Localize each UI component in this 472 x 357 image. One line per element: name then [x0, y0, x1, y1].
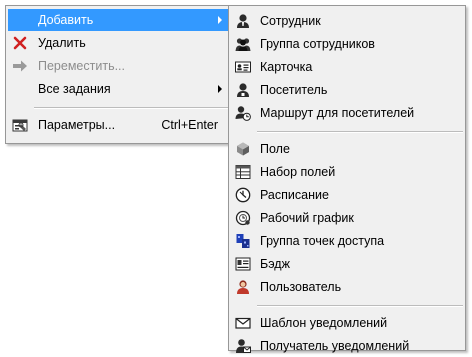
notification-template-icon [235, 315, 251, 331]
menu-item-label: Рабочий график [260, 211, 354, 225]
menu-item-label: Расписание [260, 188, 329, 202]
menu-separator [34, 107, 228, 109]
properties-icon [12, 117, 28, 133]
menu-item-all-tasks[interactable]: Все задания [8, 78, 228, 100]
access-point-group-icon [235, 233, 251, 249]
menu-separator [257, 305, 463, 307]
menu-item-label: Переместить... [38, 59, 125, 73]
menu-item-label: Сотрудник [260, 14, 321, 28]
menu-item-shortcut: Ctrl+Enter [161, 118, 218, 132]
menu-item-label: Посетитель [260, 83, 328, 97]
submenu-item-notification-template[interactable]: Шаблон уведомлений [231, 312, 463, 334]
menu-item-move[interactable]: Переместить... [8, 55, 228, 77]
submenu-item-field[interactable]: Поле [231, 138, 463, 160]
menu-item-label: Добавить [38, 13, 94, 27]
submenu-item-user[interactable]: Пользователь [231, 276, 463, 298]
submenu-item-work-schedule[interactable]: Рабочий график [231, 207, 463, 229]
card-icon [235, 59, 251, 75]
submenu-item-badge[interactable]: Бэдж [231, 253, 463, 275]
menu-item-label: Пользователь [260, 280, 342, 294]
menu-item-label: Маршрут для посетителей [260, 106, 415, 120]
context-menu: Добавить Удалить Переместить... Все зада… [5, 5, 231, 144]
user-icon [235, 279, 251, 295]
submenu-item-field-set[interactable]: Набор полей [231, 161, 463, 183]
employee-icon [235, 13, 251, 29]
schedule-clock-icon [235, 187, 251, 203]
menu-item-label: Бэдж [260, 257, 290, 271]
submenu-item-visitor-route[interactable]: Маршрут для посетителей [231, 102, 463, 124]
submenu-item-schedule[interactable]: Расписание [231, 184, 463, 206]
field-icon [235, 141, 251, 157]
menu-item-label: Карточка [260, 60, 313, 74]
submenu-arrow-icon [218, 85, 222, 93]
submenu-item-employee-group[interactable]: Группа сотрудников [231, 33, 463, 55]
submenu-item-employee[interactable]: Сотрудник [231, 10, 463, 32]
menu-item-label: Группа сотрудников [260, 37, 375, 51]
visitor-icon [235, 82, 251, 98]
menu-item-label: Набор полей [260, 165, 336, 179]
menu-item-label: Параметры... [38, 118, 116, 132]
menu-item-label: Шаблон уведомлений [260, 316, 388, 330]
work-schedule-icon [235, 210, 251, 226]
badge-icon [235, 256, 251, 272]
menu-item-add[interactable]: Добавить [8, 9, 228, 31]
menu-item-properties[interactable]: Параметры... Ctrl+Enter [8, 114, 228, 136]
menu-item-label: Группа точек доступа [260, 234, 385, 248]
submenu-item-card[interactable]: Карточка [231, 56, 463, 78]
employee-group-icon [235, 36, 251, 52]
menu-item-delete[interactable]: Удалить [8, 32, 228, 54]
notification-recipient-icon [235, 338, 251, 354]
delete-x-icon [12, 35, 28, 51]
menu-item-label: Все задания [38, 82, 111, 96]
move-arrow-icon [12, 58, 28, 74]
submenu-item-access-point-group[interactable]: Группа точек доступа [231, 230, 463, 252]
add-submenu: Сотрудник Группа сотрудников Карточка По… [228, 5, 466, 354]
menu-separator [257, 131, 463, 133]
field-set-icon [235, 164, 251, 180]
visitor-route-icon [235, 105, 251, 121]
submenu-item-visitor[interactable]: Посетитель [231, 79, 463, 101]
menu-item-label: Удалить [38, 36, 86, 50]
submenu-arrow-icon [218, 16, 222, 24]
menu-item-label: Поле [260, 142, 290, 156]
